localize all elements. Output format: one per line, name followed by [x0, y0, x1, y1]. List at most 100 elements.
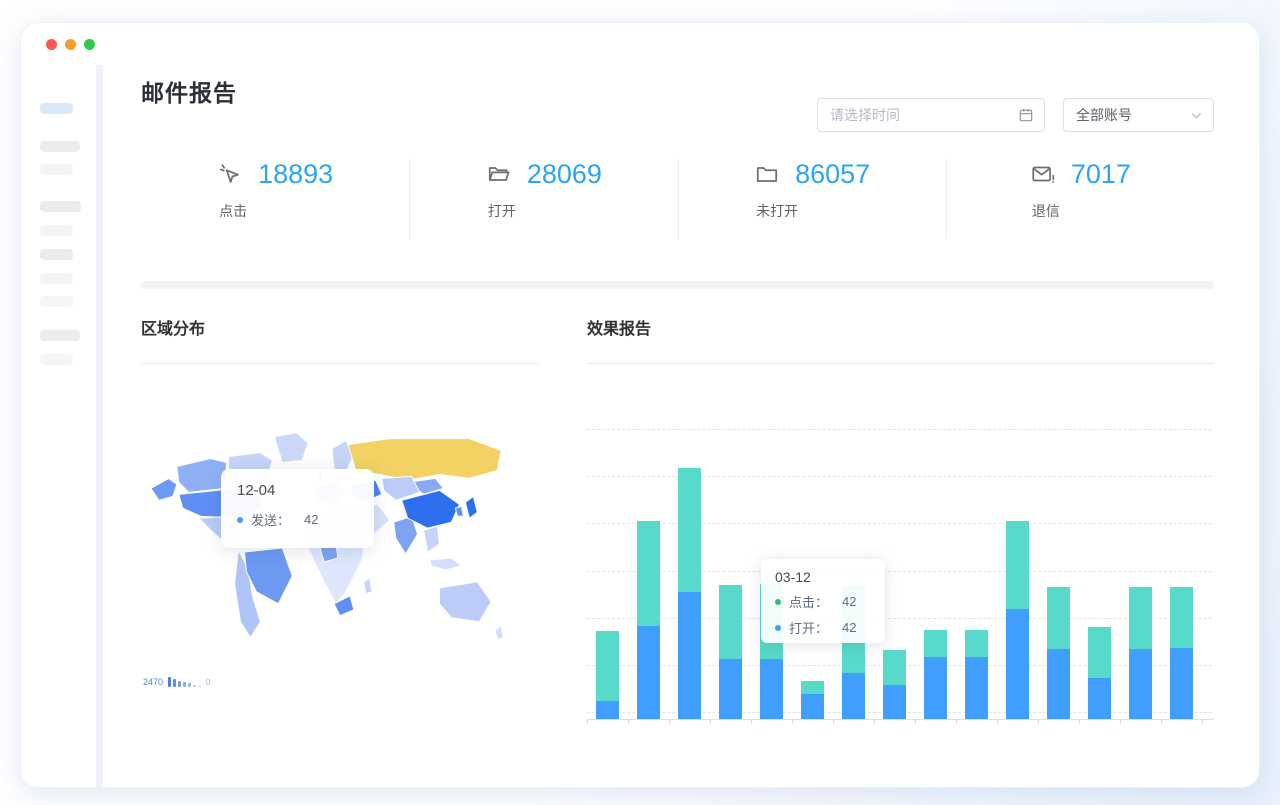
bar-segment-click[interactable] — [678, 468, 701, 592]
stacked-bar[interactable] — [719, 585, 742, 719]
bar-segment-open[interactable] — [883, 685, 906, 719]
map-region-greenland[interactable] — [274, 433, 308, 463]
date-range-input[interactable]: 请选择时间 — [817, 98, 1045, 132]
bar-segment-open[interactable] — [1006, 609, 1029, 719]
map-legend-bar — [183, 682, 186, 687]
stat-label: 退信 — [1032, 201, 1060, 221]
bar-slot-9[interactable] — [956, 630, 997, 719]
bar-segment-click[interactable] — [883, 650, 906, 685]
gridline — [587, 429, 1212, 430]
stacked-bar[interactable] — [1129, 587, 1152, 719]
bar-segment-click[interactable] — [637, 521, 660, 626]
sidebar-item-skeleton[interactable] — [40, 273, 73, 284]
bar-segment-open[interactable] — [965, 657, 988, 719]
sidebar-item-skeleton[interactable] — [40, 201, 81, 212]
x-axis-tick — [669, 720, 670, 724]
x-axis-tick — [792, 720, 793, 724]
sidebar-item-skeleton[interactable] — [40, 225, 73, 236]
bar-slot-1[interactable] — [628, 521, 669, 719]
bar-segment-open[interactable] — [596, 701, 619, 719]
map-tooltip-value: 42 — [304, 512, 318, 527]
sidebar-item-active[interactable] — [40, 103, 73, 114]
bar-segment-click[interactable] — [1170, 587, 1193, 648]
map-region-japan[interactable] — [465, 496, 477, 518]
account-select[interactable]: 全部账号 — [1063, 98, 1214, 132]
bar-slot-2[interactable] — [669, 468, 710, 719]
bar-segment-open[interactable] — [1129, 649, 1152, 719]
stacked-bar[interactable] — [1006, 521, 1029, 719]
stacked-bar[interactable] — [924, 630, 947, 719]
sidebar-item-skeleton[interactable] — [40, 249, 73, 260]
bar-segment-open[interactable] — [1047, 649, 1070, 719]
stacked-bar[interactable] — [883, 650, 906, 719]
bar-slot-5[interactable] — [792, 681, 833, 719]
bar-segment-open[interactable] — [760, 659, 783, 719]
bar-segment-open[interactable] — [678, 592, 701, 719]
map-legend-bars — [168, 677, 201, 687]
minimize-window-icon[interactable] — [65, 39, 76, 50]
series-dot-open — [775, 625, 781, 631]
map-region-indonesia[interactable] — [430, 558, 462, 570]
bar-segment-click[interactable] — [596, 631, 619, 701]
x-axis-tick — [1161, 720, 1162, 724]
map-legend-bar — [193, 685, 196, 687]
bar-slot-10[interactable] — [997, 521, 1038, 719]
bar-segment-open[interactable] — [637, 626, 660, 719]
bar-segment-open[interactable] — [924, 657, 947, 719]
bar-segment-click[interactable] — [1129, 587, 1152, 649]
bar-segment-click[interactable] — [801, 681, 824, 694]
x-axis-tick — [915, 720, 916, 724]
chart-tooltip-value-click: 42 — [842, 594, 856, 609]
map-region-southeast-asia[interactable] — [424, 526, 440, 552]
bar-segment-open[interactable] — [719, 659, 742, 719]
stacked-bar[interactable] — [596, 631, 619, 719]
bar-slot-3[interactable] — [710, 585, 751, 719]
bar-slot-8[interactable] — [915, 630, 956, 719]
bar-segment-click[interactable] — [719, 585, 742, 659]
sidebar-item-skeleton[interactable] — [40, 330, 80, 341]
stacked-bar-chart[interactable]: 03-12 点击： 42 打开： 42 — [587, 421, 1214, 719]
bar-segment-open[interactable] — [1170, 648, 1193, 719]
stacked-bar[interactable] — [1047, 587, 1070, 719]
stacked-bar[interactable] — [801, 681, 824, 719]
x-axis-tick — [833, 720, 834, 724]
map-region-korea[interactable] — [455, 506, 463, 516]
bar-slot-12[interactable] — [1079, 627, 1120, 719]
bar-segment-click[interactable] — [1047, 587, 1070, 649]
sidebar-item-skeleton[interactable] — [40, 164, 73, 175]
bar-slot-0[interactable] — [587, 631, 628, 719]
chart-tooltip-date: 03-12 — [775, 569, 871, 585]
stacked-bar[interactable] — [1170, 587, 1193, 719]
sidebar-item-skeleton[interactable] — [40, 296, 73, 307]
chart-tooltip-value-open: 42 — [842, 620, 856, 635]
close-window-icon[interactable] — [46, 39, 57, 50]
stacked-bar[interactable] — [637, 521, 660, 719]
map-region-australia[interactable] — [440, 582, 492, 622]
bar-segment-open[interactable] — [801, 694, 824, 719]
chart-tooltip-label-open: 打开： — [789, 618, 828, 637]
bar-segment-click[interactable] — [965, 630, 988, 657]
bar-segment-open[interactable] — [842, 673, 865, 719]
stat-label: 点击 — [219, 201, 247, 221]
stacked-bar[interactable] — [678, 468, 701, 719]
map-region-canada-west[interactable] — [177, 459, 227, 493]
map-legend-bar — [188, 683, 191, 687]
section-divider-band — [141, 281, 1214, 289]
bar-slot-13[interactable] — [1120, 587, 1161, 719]
bar-segment-open[interactable] — [1088, 678, 1111, 719]
map-region-new-zealand[interactable] — [495, 626, 503, 640]
stacked-bar[interactable] — [1088, 627, 1111, 719]
stacked-bar[interactable] — [965, 630, 988, 719]
map-region-alaska[interactable] — [151, 478, 177, 500]
world-map[interactable] — [141, 426, 539, 696]
bar-slot-14[interactable] — [1161, 587, 1202, 719]
sidebar-item-skeleton[interactable] — [40, 354, 73, 365]
bar-segment-click[interactable] — [1088, 627, 1111, 678]
bar-segment-click[interactable] — [1006, 521, 1029, 609]
zoom-window-icon[interactable] — [84, 39, 95, 50]
bar-segment-click[interactable] — [924, 630, 947, 657]
map-region-madagascar[interactable] — [364, 578, 372, 594]
sidebar-item-skeleton[interactable] — [40, 141, 80, 152]
bar-slot-11[interactable] — [1038, 587, 1079, 719]
bar-slot-7[interactable] — [874, 650, 915, 719]
